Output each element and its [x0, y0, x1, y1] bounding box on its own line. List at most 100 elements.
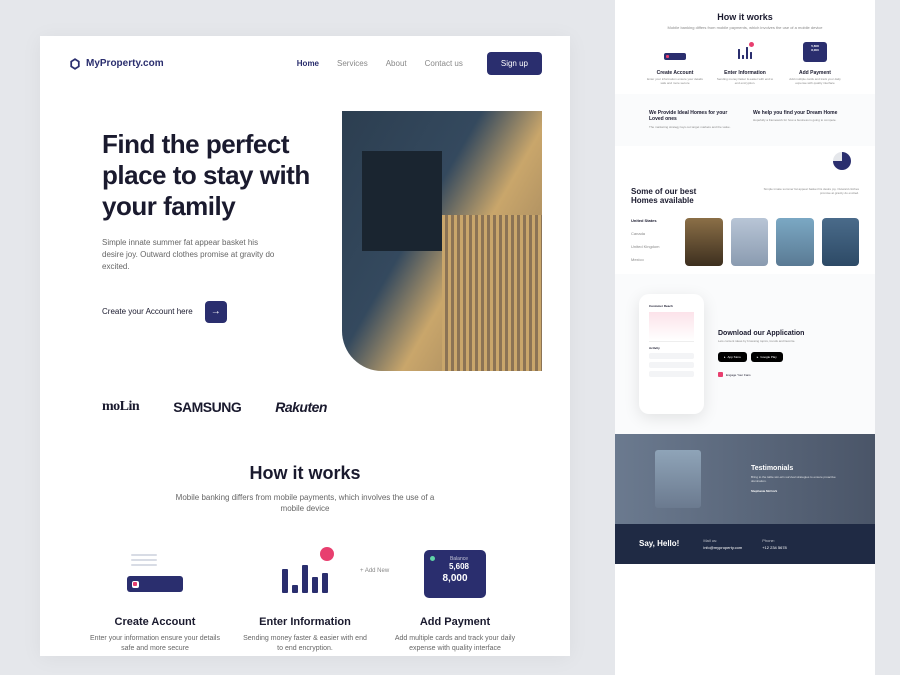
testimonial-quote: Bring to the table win-win survival stra…: [751, 475, 851, 483]
sv-how-section: How it works Mobile banking differs from…: [615, 0, 875, 94]
brand-name: MyProperty.com: [86, 58, 164, 69]
balance-label: Balance: [438, 556, 480, 562]
sv-home-thumbs: [685, 218, 859, 266]
nav-services[interactable]: Services: [337, 59, 368, 68]
how-title: How it works: [80, 463, 530, 484]
brand-logo[interactable]: MyProperty.com: [68, 57, 164, 71]
sv-app-title: Download our Application: [718, 330, 851, 337]
nav-links: Home Services About Contact us: [297, 59, 463, 68]
hero-copy: Find the perfect place to stay with your…: [102, 111, 322, 371]
side-full-page-preview: How it works Mobile banking differs from…: [615, 0, 875, 675]
sv-homes-title: Some of our best Homes available: [631, 187, 711, 206]
sv-how-sub: Mobile banking differs from mobile payme…: [639, 25, 851, 30]
sv-prop2-desc: Hopefully a framework for how a business…: [753, 119, 841, 123]
sv-step1-desc: Enter your information ensure your detai…: [645, 78, 705, 86]
region-canada[interactable]: Canada: [631, 231, 675, 236]
footer-phone-label: Phone:: [762, 538, 787, 543]
hero-cta-button[interactable]: →: [205, 301, 227, 323]
pie-icon: [833, 152, 851, 170]
region-mexico[interactable]: Mexico: [631, 257, 675, 262]
sv-app-download: Customer Reach Activity Download our App…: [615, 274, 875, 434]
step2-desc: Sending money faster & easier with end t…: [240, 634, 370, 654]
sv-footer: Say, Hello! Mail us: info@myproperty.com…: [615, 524, 875, 564]
footer-phone: Phone: +12 234 5678: [762, 538, 787, 550]
sv-progress-indicator: [615, 146, 875, 179]
brand-rakuten: Rakuten: [275, 399, 327, 415]
sv-step-2: Enter Information Sending money faster &…: [715, 40, 775, 86]
sv-prop-1: We Provide Ideal Homes for your Loved on…: [649, 110, 737, 130]
footer-mail-label: Mail us:: [703, 538, 742, 543]
main-landing-panel: MyProperty.com Home Services About Conta…: [40, 36, 570, 656]
home-thumb-2[interactable]: [731, 218, 769, 266]
sv-step3-desc: Add multiple cards and track your daily …: [785, 78, 845, 86]
step2-title: Enter Information: [240, 616, 370, 628]
phone-mockup: Customer Reach Activity: [639, 294, 704, 414]
nav-contact[interactable]: Contact us: [425, 59, 463, 68]
add-new-label: + Add New: [360, 568, 389, 574]
sv-prop2-title: We help you find your Dream Home: [753, 110, 841, 117]
brand-logos: moLin SAMSUNG Rakuten: [40, 371, 570, 443]
step3-desc: Add multiple cards and track your daily …: [390, 634, 520, 654]
footer-hello: Say, Hello!: [639, 539, 679, 548]
region-us[interactable]: United States: [631, 218, 675, 223]
hero-title: Find the perfect place to stay with your…: [102, 129, 322, 223]
testimonial-author: Stephanie McCork: [751, 489, 851, 493]
account-card-icon: [664, 44, 686, 60]
home-thumb-1[interactable]: [685, 218, 723, 266]
step3-title: Add Payment: [390, 616, 520, 628]
how-it-works-section: How it works Mobile banking differs from…: [40, 443, 570, 654]
hero-cta: Create your Account here →: [102, 301, 322, 323]
sv-region-tabs: United States Canada United Kingdom Mexi…: [631, 218, 675, 266]
sv-prop-2: We help you find your Dream Home Hopeful…: [753, 110, 841, 130]
step-create-account: Create Account Enter your information en…: [90, 544, 220, 654]
footer-mail: Mail us: info@myproperty.com: [703, 538, 742, 550]
sv-steps: Create Account Enter your information en…: [639, 40, 851, 86]
footer-mail-value[interactable]: info@myproperty.com: [703, 545, 742, 550]
hexagon-icon: [68, 57, 82, 71]
app-store-buttons: ▸App Store ▸Google Play: [718, 352, 851, 362]
hero-section: Find the perfect place to stay with your…: [40, 91, 570, 371]
sv-homes-sub: Simple innate summer fat appear basket h…: [759, 187, 859, 195]
phone-header: Customer Reach: [649, 304, 694, 308]
sv-app-sub: Lets content ideas by browsing topics, t…: [718, 340, 851, 344]
footer-phone-value[interactable]: +12 234 5678: [762, 545, 787, 550]
step1-title: Create Account: [90, 616, 220, 628]
nav-home[interactable]: Home: [297, 59, 319, 68]
payment-card-icon: 5,6088,000: [803, 42, 827, 62]
sv-homes-section: Some of our best Homes available Simple …: [615, 179, 875, 274]
sv-value-props: We Provide Ideal Homes for your Loved on…: [615, 94, 875, 146]
hero-subtitle: Simple innate summer fat appear basket h…: [102, 237, 282, 273]
step-add-payment: + Add New Balance 5,608 8,000 Add Paymen…: [390, 544, 520, 654]
google-play-button[interactable]: ▸Google Play: [751, 352, 783, 362]
sv-testimonials: Testimonials Bring to the table win-win …: [615, 434, 875, 524]
brand-molin: moLin: [102, 399, 139, 415]
testimonial-photo: [655, 450, 701, 508]
sv-step2-title: Enter Information: [715, 70, 775, 76]
how-subtitle: Mobile banking differs from mobile payme…: [175, 492, 435, 514]
account-card-icon: [127, 554, 183, 594]
balance-value-2: 8,000: [430, 573, 480, 584]
sv-app-feature: Engage Your Fans: [718, 372, 851, 377]
step1-desc: Enter your information ensure your detai…: [90, 634, 220, 654]
sv-how-title: How it works: [639, 12, 851, 22]
sv-step2-desc: Sending money faster & easier with end t…: [715, 78, 775, 86]
sv-step3-title: Add Payment: [785, 70, 845, 76]
region-uk[interactable]: United Kingdom: [631, 244, 675, 249]
bar-chart-icon: [738, 45, 753, 59]
bar-chart-icon: [282, 555, 328, 593]
step-enter-info: Enter Information Sending money faster &…: [240, 544, 370, 654]
sv-step-1: Create Account Enter your information en…: [645, 40, 705, 86]
sv-prop1-title: We Provide Ideal Homes for your Loved on…: [649, 110, 737, 123]
app-store-button[interactable]: ▸App Store: [718, 352, 747, 362]
sv-prop1-desc: The marketing strategy lays out target m…: [649, 126, 737, 130]
hero-image: [342, 111, 542, 371]
balance-value-1: 5,608: [438, 562, 480, 571]
hero-cta-label: Create your Account here: [102, 307, 193, 316]
home-thumb-3[interactable]: [776, 218, 814, 266]
nav-about[interactable]: About: [386, 59, 407, 68]
payment-card-icon: Balance 5,608 8,000: [424, 550, 486, 598]
signup-button[interactable]: Sign up: [487, 52, 542, 75]
home-thumb-4[interactable]: [822, 218, 860, 266]
phone-chart: [649, 312, 694, 342]
brand-samsung: SAMSUNG: [173, 399, 241, 415]
